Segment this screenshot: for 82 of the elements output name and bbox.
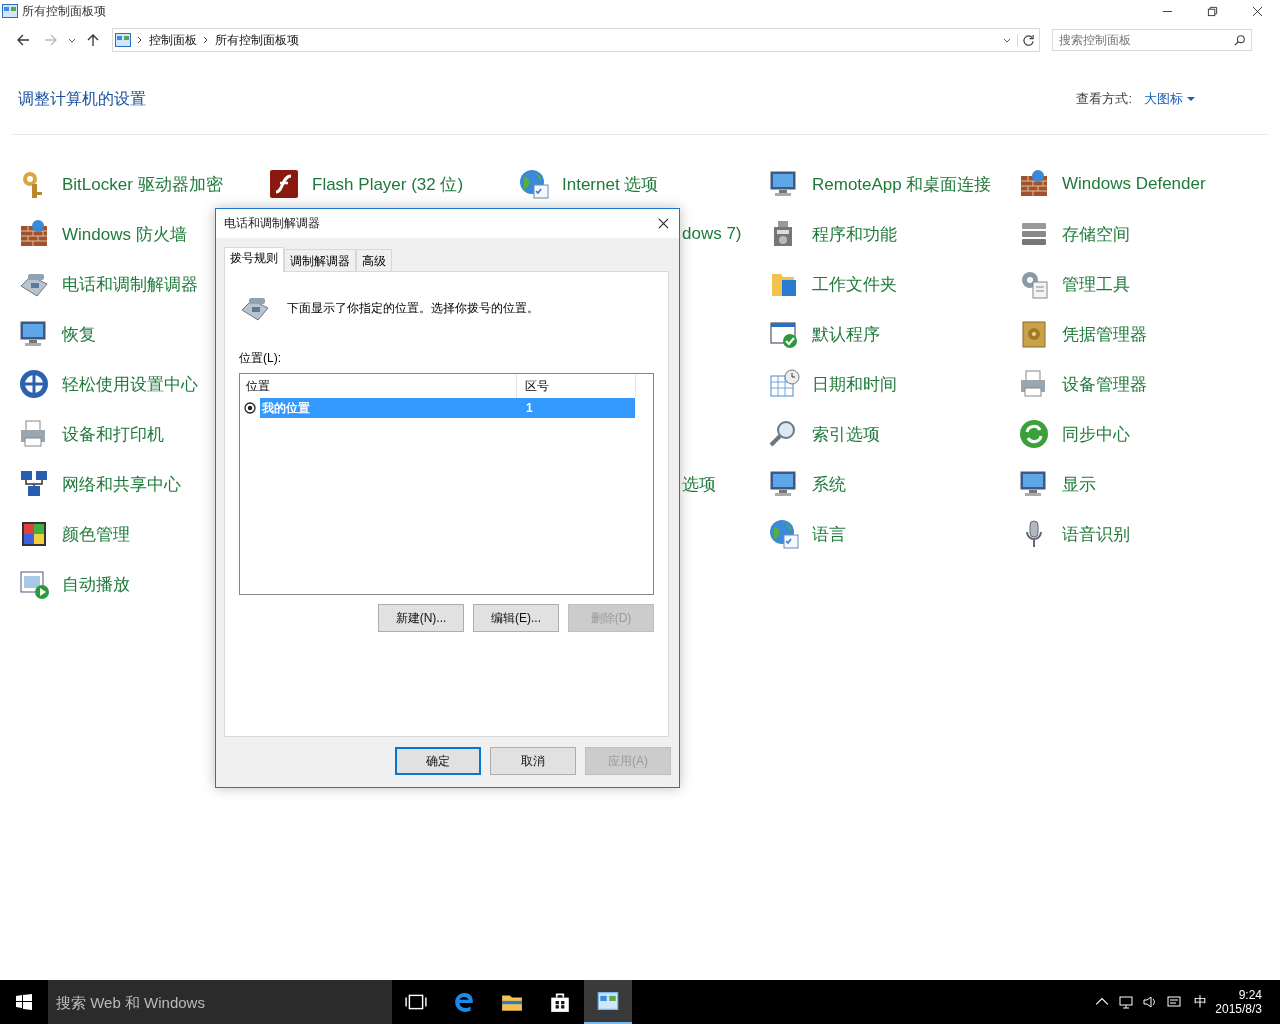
- dialog-button[interactable]: 确定: [395, 747, 481, 775]
- chevron-icon: [203, 36, 209, 44]
- view-by-dropdown[interactable]: 大图标: [1144, 90, 1195, 108]
- applet-link[interactable]: 凭据管理器: [1062, 322, 1147, 346]
- message-icon[interactable]: [1167, 995, 1182, 1009]
- back-arrow-icon[interactable]: [16, 33, 30, 47]
- dialog-button[interactable]: 取消: [490, 747, 576, 775]
- applet-link[interactable]: Windows Defender: [1062, 174, 1206, 194]
- dropdown-caret-icon[interactable]: [1003, 36, 1011, 44]
- applet-link[interactable]: 恢复: [62, 322, 96, 346]
- tab[interactable]: 拨号规则: [224, 247, 284, 272]
- list-label: 位置(L):: [239, 350, 282, 367]
- list-action-button[interactable]: 编辑(E)...: [473, 604, 559, 632]
- start-windows-icon[interactable]: [16, 994, 32, 1010]
- applet-link[interactable]: Internet 选项: [562, 172, 659, 196]
- applet-link[interactable]: BitLocker 驱动器加密: [62, 172, 223, 196]
- list-action-button[interactable]: 新建(N)...: [378, 604, 464, 632]
- applet-link[interactable]: 显示: [1062, 472, 1096, 496]
- applet-link[interactable]: 语言: [812, 522, 846, 546]
- area-code: 1: [526, 401, 534, 415]
- applet-link[interactable]: 设备和打印机: [62, 422, 164, 446]
- globe-icon: [768, 518, 800, 550]
- applet-link[interactable]: 同步中心: [1062, 422, 1130, 446]
- address-bar[interactable]: 控制面板 所有控制面板项: [112, 28, 1040, 52]
- caret-icon[interactable]: [1187, 96, 1195, 102]
- applet-link[interactable]: 自动播放: [62, 572, 130, 596]
- chevron-icon: [137, 36, 143, 44]
- speaker-icon[interactable]: [1143, 995, 1158, 1009]
- breadcrumb[interactable]: 所有控制面板项: [215, 31, 299, 49]
- taskbar-button[interactable]: [584, 980, 632, 1024]
- applet-link[interactable]: 管理工具: [1062, 272, 1130, 296]
- applet-link[interactable]: RemoteApp 和桌面连接: [812, 172, 992, 196]
- window-title: 所有控制面板项: [22, 2, 106, 20]
- breadcrumb[interactable]: 控制面板: [149, 31, 197, 49]
- applet-link[interactable]: 日期和时间: [812, 372, 897, 396]
- applet-link[interactable]: 存储空间: [1062, 222, 1130, 246]
- applet-link[interactable]: 工作文件夹: [812, 272, 897, 296]
- applet-link[interactable]: 网络和共享中心: [62, 472, 181, 496]
- close-icon[interactable]: [1252, 5, 1263, 17]
- taskbar-search-field[interactable]: 搜索 Web 和 Windows: [48, 980, 392, 1024]
- control-panel-icon: [115, 33, 131, 47]
- applet-link[interactable]: 设备管理器: [1062, 372, 1147, 396]
- applet-link[interactable]: 颜色管理: [62, 522, 130, 546]
- calendar-icon: [768, 368, 800, 400]
- play-icon: [18, 568, 50, 600]
- view-by-label: 查看方式:: [1076, 90, 1132, 108]
- applet-link[interactable]: 默认程序: [812, 322, 880, 346]
- flash-icon: [268, 168, 300, 200]
- applet-link[interactable]: 轻松使用设置中心: [62, 372, 198, 396]
- control-panel-icon[interactable]: [597, 992, 619, 1010]
- applet-link[interactable]: 选项: [682, 472, 716, 496]
- dropdown-caret-icon[interactable]: [68, 36, 76, 44]
- tab[interactable]: 调制解调器: [284, 249, 356, 271]
- tab[interactable]: 高级: [356, 249, 392, 271]
- clock-time[interactable]: 9:24: [1238, 988, 1262, 1002]
- search-field[interactable]: 搜索控制面板: [1052, 29, 1252, 51]
- applet-link[interactable]: 系统: [812, 472, 846, 496]
- network-icon[interactable]: [1119, 995, 1134, 1009]
- applet-link[interactable]: 语音识别: [1062, 522, 1130, 546]
- applet-link[interactable]: 电话和调制解调器: [62, 272, 198, 296]
- restore-icon[interactable]: [1207, 5, 1218, 17]
- applet-link[interactable]: 程序和功能: [812, 222, 897, 246]
- applet-link[interactable]: dows 7): [682, 224, 742, 244]
- close-icon[interactable]: [658, 218, 669, 229]
- globe-icon: [518, 168, 550, 200]
- applet-link[interactable]: Flash Player (32 位): [312, 172, 464, 196]
- store-bag-icon[interactable]: [549, 991, 571, 1013]
- control-panel-icon: [2, 4, 18, 18]
- edge-browser-icon[interactable]: [453, 991, 475, 1013]
- description-text: 下面显示了你指定的位置。选择你拨号的位置。: [287, 299, 539, 317]
- search-icon[interactable]: [1234, 34, 1246, 46]
- sync-icon: [1018, 418, 1050, 450]
- dialog-title: 电话和调制解调器: [224, 215, 320, 232]
- up-arrow-icon[interactable]: [86, 33, 100, 47]
- clock-date[interactable]: 2015/8/3: [1215, 1002, 1262, 1016]
- applet-link[interactable]: 索引选项: [812, 422, 880, 446]
- applet-link[interactable]: Windows 防火墙: [62, 222, 187, 246]
- refresh-icon[interactable]: [1017, 33, 1035, 47]
- input-method-indicator[interactable]: 中: [1194, 993, 1208, 1011]
- list-row[interactable]: 我的位置 1: [260, 398, 635, 418]
- location-name: 我的位置: [261, 399, 311, 417]
- page-heading: 调整计算机的设置: [18, 88, 146, 109]
